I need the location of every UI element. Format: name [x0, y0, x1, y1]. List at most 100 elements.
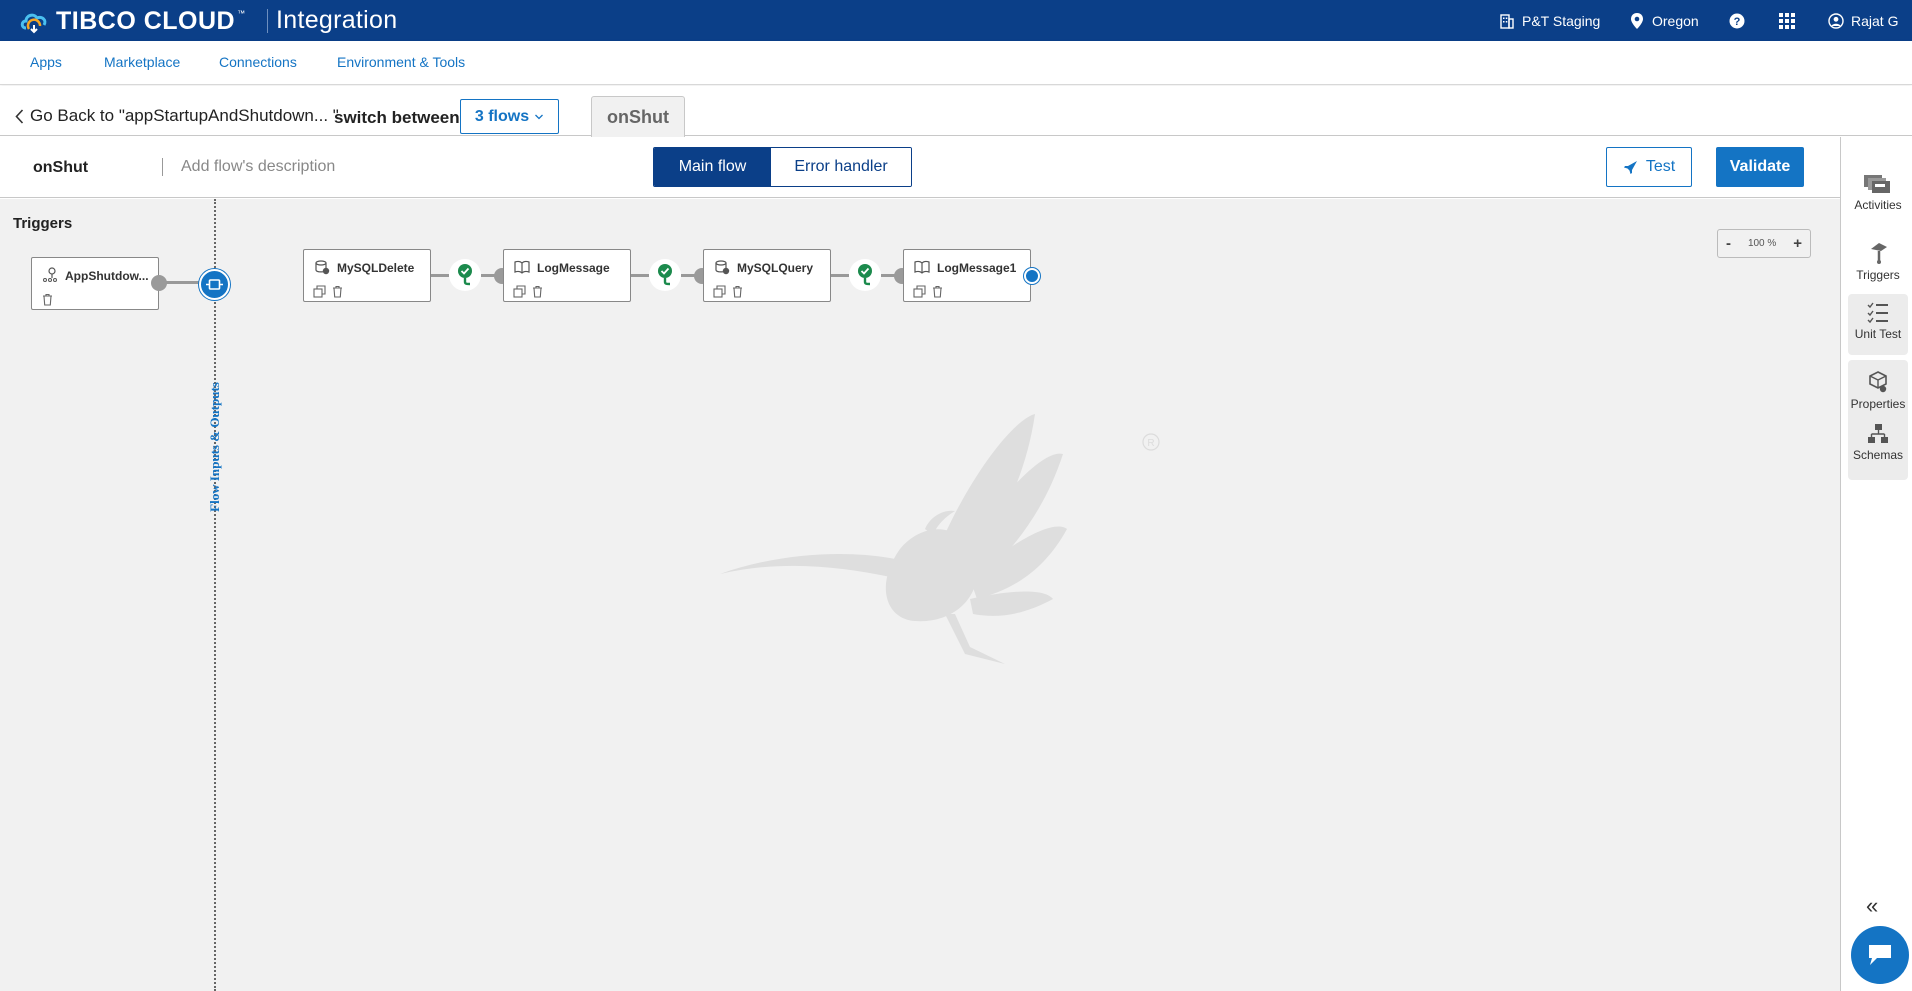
trigger-port[interactable]: [151, 275, 167, 291]
chevron-down-icon: [535, 114, 544, 119]
branch-success-icon[interactable]: [649, 259, 681, 291]
delete-icon[interactable]: [531, 285, 544, 298]
zoom-in-button[interactable]: +: [1793, 235, 1802, 252]
test-button-label: Test: [1645, 158, 1676, 175]
connector-link: [831, 274, 849, 277]
activity-actions: [513, 285, 544, 298]
brand-name: TIBCO CLOUD: [56, 6, 236, 35]
error-handler-button[interactable]: Error handler: [771, 148, 911, 186]
feedback-chat-button[interactable]: [1851, 926, 1909, 984]
rail-properties[interactable]: Properties: [1850, 370, 1906, 411]
right-rail: Activities Triggers Unit Test Properties…: [1840, 137, 1912, 991]
trigger-label: AppShutdow...: [65, 269, 149, 283]
add-activity-port[interactable]: [1024, 268, 1040, 284]
delete-icon[interactable]: [731, 285, 744, 298]
rail-triggers-label: Triggers: [1856, 268, 1900, 282]
activity-label: MySQLQuery: [737, 261, 814, 275]
rail-activities[interactable]: Activities: [1848, 173, 1908, 212]
trigger-node[interactable]: AppShutdow...: [31, 257, 159, 310]
activity-actions: [713, 285, 744, 298]
tibco-logo[interactable]: TIBCO CLOUD ™: [20, 6, 245, 36]
rail-activities-label: Activities: [1854, 198, 1902, 212]
rail-properties-schemas-group: Properties Schemas: [1848, 360, 1908, 480]
flow-mode-toggle: Main flow Error handler: [653, 147, 912, 187]
book-icon: [514, 260, 530, 274]
back-to-app-link[interactable]: Go Back to "appStartupAndShutdown... ": [15, 106, 339, 126]
toolbar-divider: [162, 158, 163, 176]
activity-node-logmessage[interactable]: LogMessage: [503, 249, 631, 302]
rail-schemas[interactable]: Schemas: [1853, 423, 1903, 462]
activity-actions: [313, 285, 344, 298]
tab-onshut[interactable]: onShut: [591, 96, 685, 137]
activity-actions: [913, 285, 944, 298]
chat-bubble-icon: [1869, 945, 1891, 965]
delete-icon[interactable]: [331, 285, 344, 298]
nav-connections[interactable]: Connections: [219, 54, 297, 70]
test-button[interactable]: Test: [1606, 147, 1692, 187]
main-nav: Apps Marketplace Connections Environment…: [0, 41, 1912, 85]
duplicate-icon[interactable]: [513, 285, 526, 298]
rail-unit-test-label: Unit Test: [1854, 327, 1902, 341]
rail-unit-test[interactable]: Unit Test: [1848, 294, 1908, 355]
delete-icon[interactable]: [41, 293, 54, 306]
flow-name[interactable]: onShut: [33, 159, 88, 177]
region-switcher[interactable]: Oregon: [1629, 0, 1699, 41]
unit-test-icon: [1867, 302, 1888, 324]
properties-icon: [1869, 371, 1887, 393]
svg-text:R: R: [1147, 438, 1154, 449]
trigger-icon: [43, 267, 57, 282]
collapse-rail-button[interactable]: «: [1866, 893, 1878, 919]
activity-node-logmessage1[interactable]: LogMessage1: [903, 249, 1031, 302]
connector-link: [631, 274, 649, 277]
branch-success-icon[interactable]: [849, 259, 881, 291]
cloud-logo-icon: [20, 13, 47, 34]
branch-success-icon[interactable]: [449, 259, 481, 291]
org-name: P&T Staging: [1522, 12, 1601, 29]
nav-environment-tools[interactable]: Environment & Tools: [337, 54, 465, 70]
duplicate-icon[interactable]: [913, 285, 926, 298]
zoom-level: 100 %: [1747, 238, 1777, 249]
connector-link: [881, 274, 895, 277]
svg-text:?: ?: [1734, 16, 1741, 28]
rail-properties-label: Properties: [1850, 397, 1906, 411]
user-menu[interactable]: Rajat G: [1828, 0, 1898, 41]
help-button[interactable]: ?: [1729, 0, 1752, 41]
duplicate-icon[interactable]: [313, 285, 326, 298]
validate-button[interactable]: Validate: [1716, 147, 1804, 187]
activity-label: LogMessage1: [937, 261, 1017, 275]
triggers-title: Triggers: [13, 215, 73, 232]
database-icon: [715, 260, 730, 275]
back-link-label: Go Back to "appStartupAndShutdown... ": [30, 106, 339, 125]
main-flow-button[interactable]: Main flow: [654, 148, 771, 186]
activities-icon: [1864, 175, 1890, 193]
brand-divider: [267, 9, 268, 33]
user-name: Rajat G: [1851, 12, 1899, 29]
connector-link: [681, 274, 695, 277]
top-bar: TIBCO CLOUD ™ Integration P&T Staging Ore…: [0, 0, 1912, 41]
flow-io-label[interactable]: Flow Inputs & Outputs: [207, 382, 223, 512]
nav-marketplace[interactable]: Marketplace: [104, 54, 180, 70]
flow-header: Go Back to "appStartupAndShutdown... " s…: [0, 86, 1912, 137]
zoom-out-button[interactable]: -: [1726, 235, 1731, 252]
flow-description-input[interactable]: Add flow's description: [181, 158, 335, 176]
duplicate-icon[interactable]: [713, 285, 726, 298]
user-avatar-icon: [1828, 12, 1844, 29]
activity-node-mysqlquery[interactable]: MySQLQuery: [703, 249, 831, 302]
flow-canvas[interactable]: Triggers R AppShutdow... Flow Inputs & O…: [0, 199, 1840, 991]
tibco-bird-watermark: R: [720, 414, 1160, 664]
rail-triggers[interactable]: Triggers: [1848, 239, 1908, 282]
rail-schemas-label: Schemas: [1852, 448, 1904, 462]
delete-icon[interactable]: [931, 285, 944, 298]
nav-apps[interactable]: Apps: [30, 54, 62, 70]
book-icon: [914, 260, 930, 274]
chevron-left-icon: [15, 108, 24, 124]
flow-io-handle[interactable]: [199, 269, 230, 300]
trigger-actions: [41, 293, 54, 306]
activity-node-mysqldelete[interactable]: MySQLDelete: [303, 249, 431, 302]
app-launcher-button[interactable]: [1778, 0, 1803, 41]
zoom-control: - 100 % +: [1717, 229, 1811, 258]
org-switcher[interactable]: P&T Staging: [1499, 0, 1600, 41]
grid-apps-icon: [1779, 12, 1795, 29]
flows-dropdown[interactable]: 3 flows: [460, 99, 559, 134]
database-icon: [315, 260, 330, 275]
